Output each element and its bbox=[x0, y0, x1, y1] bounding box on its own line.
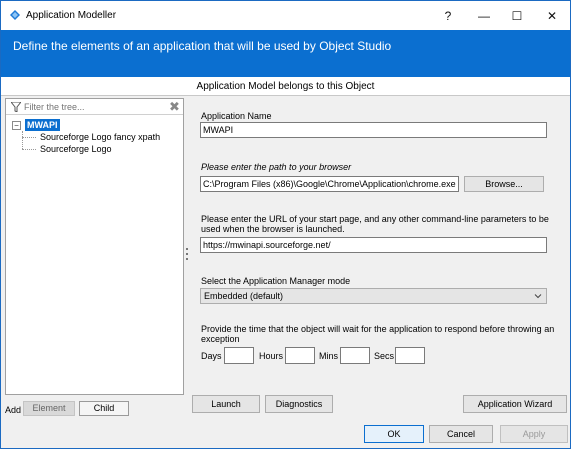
splitter-handle[interactable] bbox=[186, 248, 189, 268]
browser-path-label: Please enter the path to your browser bbox=[201, 162, 352, 172]
app-name-label: Application Name bbox=[201, 111, 272, 121]
chevron-down-icon bbox=[534, 294, 542, 299]
secs-field[interactable] bbox=[395, 347, 425, 364]
mode-select-value: Embedded (default) bbox=[204, 291, 284, 301]
mode-select[interactable]: Embedded (default) bbox=[200, 288, 547, 304]
object-subheader: Application Model belongs to this Object bbox=[1, 77, 570, 96]
wait-label-line1: Provide the time that the object will wa… bbox=[201, 324, 555, 334]
window-title: Application Modeller bbox=[26, 10, 117, 21]
minimize-button[interactable]: — bbox=[466, 1, 502, 30]
secs-label: Secs bbox=[374, 351, 395, 361]
days-label: Days bbox=[201, 351, 222, 361]
mins-field[interactable] bbox=[340, 347, 370, 364]
collapse-icon[interactable]: − bbox=[12, 120, 21, 130]
help-button[interactable]: ? bbox=[430, 1, 466, 30]
title-bar: Application Modeller ? — ☐ ✕ bbox=[1, 1, 570, 30]
wait-label-line2: exception bbox=[201, 334, 240, 344]
url-label-line2: used when the browser is launched. bbox=[201, 224, 345, 234]
application-wizard-button[interactable]: Application Wizard bbox=[463, 395, 567, 413]
tree-filter-bar: ✖ bbox=[6, 99, 183, 115]
clear-filter-icon[interactable]: ✖ bbox=[169, 100, 180, 113]
add-child-button[interactable]: Child bbox=[79, 401, 129, 416]
cancel-button[interactable]: Cancel bbox=[429, 425, 493, 443]
mode-label: Select the Application Manager mode bbox=[201, 276, 351, 286]
add-label: Add bbox=[5, 405, 22, 415]
banner-text: Define the elements of an application th… bbox=[13, 39, 392, 53]
days-field[interactable] bbox=[224, 347, 254, 364]
diagnostics-button[interactable]: Diagnostics bbox=[265, 395, 333, 413]
ok-button[interactable]: OK bbox=[364, 425, 424, 443]
app-name-field[interactable]: MWAPI bbox=[200, 122, 547, 138]
tree-root-node[interactable]: − MWAPI bbox=[12, 119, 160, 131]
launch-button[interactable]: Launch bbox=[192, 395, 260, 413]
maximize-button[interactable]: ☐ bbox=[499, 1, 535, 30]
header-banner: Define the elements of an application th… bbox=[1, 30, 570, 77]
hours-field[interactable] bbox=[285, 347, 315, 364]
add-element-button[interactable]: Element bbox=[23, 401, 75, 416]
application-modeller-window: Application Modeller ? — ☐ ✕ Define the … bbox=[0, 0, 571, 449]
tree-item[interactable]: Sourceforge Logo fancy xpath bbox=[12, 131, 160, 143]
hours-label: Hours bbox=[259, 351, 284, 361]
element-tree-panel: ✖ − MWAPI Sourceforge Logo fancy xpath S… bbox=[5, 98, 184, 395]
tree-root-label[interactable]: MWAPI bbox=[25, 119, 60, 131]
close-button[interactable]: ✕ bbox=[534, 1, 570, 30]
tree-filter-input[interactable] bbox=[24, 100, 164, 113]
tree-item[interactable]: Sourceforge Logo bbox=[12, 143, 160, 155]
url-label-line1: Please enter the URL of your start page,… bbox=[201, 214, 549, 224]
apply-button[interactable]: Apply bbox=[500, 425, 568, 443]
browse-button[interactable]: Browse... bbox=[464, 176, 544, 192]
app-modeller-icon bbox=[10, 10, 20, 20]
start-url-field[interactable]: https://mwinapi.sourceforge.net/ bbox=[200, 237, 547, 253]
element-tree: − MWAPI Sourceforge Logo fancy xpath Sou… bbox=[12, 119, 160, 155]
browser-path-field[interactable]: C:\Program Files (x86)\Google\Chrome\App… bbox=[200, 176, 459, 192]
mins-label: Mins bbox=[319, 351, 339, 361]
filter-icon bbox=[11, 102, 21, 112]
